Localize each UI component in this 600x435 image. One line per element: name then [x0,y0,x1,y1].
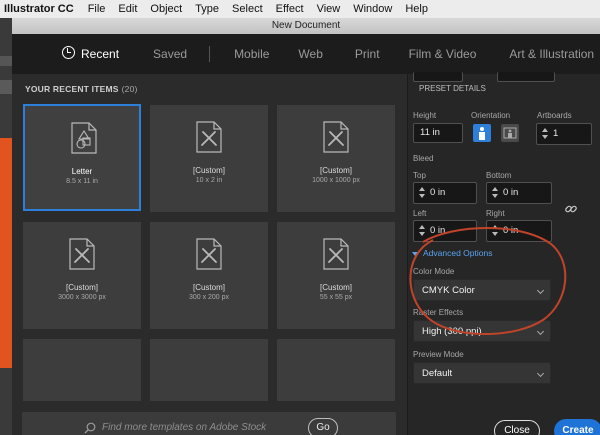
preset-tabs: Recent Saved Mobile Web Print Film & Vid… [12,34,600,74]
tab-label: Recent [81,47,120,61]
background-app-strip [0,18,12,435]
stepper-arrows-icon[interactable] [419,187,425,199]
recent-item-name: [Custom] [65,283,98,292]
menu-window[interactable]: Window [353,3,392,15]
stepper-arrows-icon[interactable] [542,128,548,140]
artboards-value: 1 [553,128,559,139]
bleed-top-label: Top [413,171,426,180]
recent-items-pane: YOUR RECENT ITEMS (20) Letter 8.5 x 11 in… [12,74,407,435]
recent-item-card[interactable]: [Custom] 1000 x 1000 px [277,105,395,212]
recent-item-card[interactable]: [Custom] 3000 x 3000 px [23,222,141,329]
clock-icon [62,46,75,59]
crossed-tools-doc-icon [323,121,349,153]
recent-items-count: (20) [121,84,138,94]
create-button[interactable]: Create [554,419,600,435]
recent-items-heading: YOUR RECENT ITEMS (20) [25,84,138,94]
tab-print[interactable]: Print [355,47,380,61]
crossed-tools-doc-icon [196,121,222,153]
bleed-bottom-value: 0 in [503,187,519,198]
recent-heading-text: YOUR RECENT ITEMS [25,84,119,94]
tab-divider [209,46,211,62]
link-bleed-icon[interactable] [564,202,578,216]
recent-item-size: 300 x 200 px [188,294,230,301]
artboards-stepper[interactable]: 1 [536,123,592,145]
recent-item-size: 1000 x 1000 px [312,177,360,184]
artboards-label: Artboards [537,111,572,120]
bleed-right-label: Right [486,209,505,218]
bleed-left-label: Left [413,209,427,218]
tab-saved[interactable]: Saved [153,47,187,61]
go-button[interactable]: Go [308,418,338,435]
tab-art-illustration[interactable]: Art & Illustration [509,47,594,61]
shapes-doc-icon [71,122,97,154]
recent-item-name: [Custom] [192,283,225,292]
portrait-orientation-button[interactable] [473,124,491,142]
orientation-label: Orientation [471,111,511,120]
chevron-down-icon [536,369,545,378]
recent-item-card[interactable]: Letter 8.5 x 11 in [23,104,141,211]
menu-effect[interactable]: Effect [276,3,304,15]
width-field-partial[interactable] [413,72,463,82]
tab-recent[interactable]: Recent [62,46,120,61]
landscape-icon [503,127,517,139]
menu-view[interactable]: View [317,3,341,15]
portrait-icon [479,127,485,140]
bleed-bottom-stepper[interactable]: 0 in [486,182,552,204]
menu-help[interactable]: Help [405,3,428,15]
menu-type[interactable]: Type [195,3,219,15]
bleed-label: Bleed [413,154,434,163]
recent-item-name: [Custom] [192,166,225,175]
app-name[interactable]: Illustrator CC [4,3,74,15]
recent-item-card[interactable]: [Custom] 10 x 2 in [150,105,268,212]
tab-mobile[interactable]: Mobile [234,47,269,61]
background-tab [0,56,12,66]
menu-object[interactable]: Object [150,3,182,15]
tab-film-video[interactable]: Film & Video [409,47,477,61]
tab-web[interactable]: Web [298,47,322,61]
annotation-ellipse [409,227,567,336]
recent-item-card[interactable] [277,339,395,401]
crossed-tools-doc-icon [69,238,95,270]
recent-item-size: 3000 x 3000 px [58,294,106,301]
menu-bar: Illustrator CC File Edit Object Type Sel… [0,0,600,18]
recent-item-name: Letter [71,167,93,176]
close-button[interactable]: Close [494,420,540,435]
search-icon [84,422,96,434]
recent-item-card[interactable] [23,339,141,401]
menu-select[interactable]: Select [232,3,263,15]
menu-file[interactable]: File [88,3,106,15]
crossed-tools-doc-icon [196,238,222,270]
recent-item-card[interactable]: [Custom] 300 x 200 px [150,222,268,329]
bleed-bottom-label: Bottom [486,171,512,180]
recent-item-size: 10 x 2 in [195,177,223,184]
bleed-top-stepper[interactable]: 0 in [413,182,477,204]
preview-mode-label: Preview Mode [413,350,464,359]
crossed-tools-doc-icon [323,238,349,270]
recent-item-name: [Custom] [319,166,352,175]
recent-item-name: [Custom] [319,283,352,292]
background-tab [0,80,12,94]
height-field[interactable]: 11 in [413,123,463,143]
dialog-title: New Document [12,18,600,34]
search-input[interactable]: Find more templates on Adobe Stock [102,422,266,433]
adobe-stock-search-bar: Find more templates on Adobe Stock Go [22,412,396,435]
units-field-partial[interactable] [497,72,555,82]
landscape-orientation-button[interactable] [501,124,519,142]
height-label: Height [413,111,437,120]
bleed-top-value: 0 in [430,187,446,198]
menu-edit[interactable]: Edit [118,3,137,15]
preview-mode-select[interactable]: Default [413,362,551,384]
preview-mode-value: Default [422,368,453,379]
recent-item-size: 55 x 55 px [319,294,353,301]
recent-item-card[interactable]: [Custom] 55 x 55 px [277,222,395,329]
recent-item-size: 8.5 x 11 in [66,178,98,185]
recent-item-card[interactable] [150,339,268,401]
background-artwork [0,138,12,368]
preset-details-heading: PRESET DETAILS [419,84,486,93]
stepper-arrows-icon[interactable] [492,187,498,199]
